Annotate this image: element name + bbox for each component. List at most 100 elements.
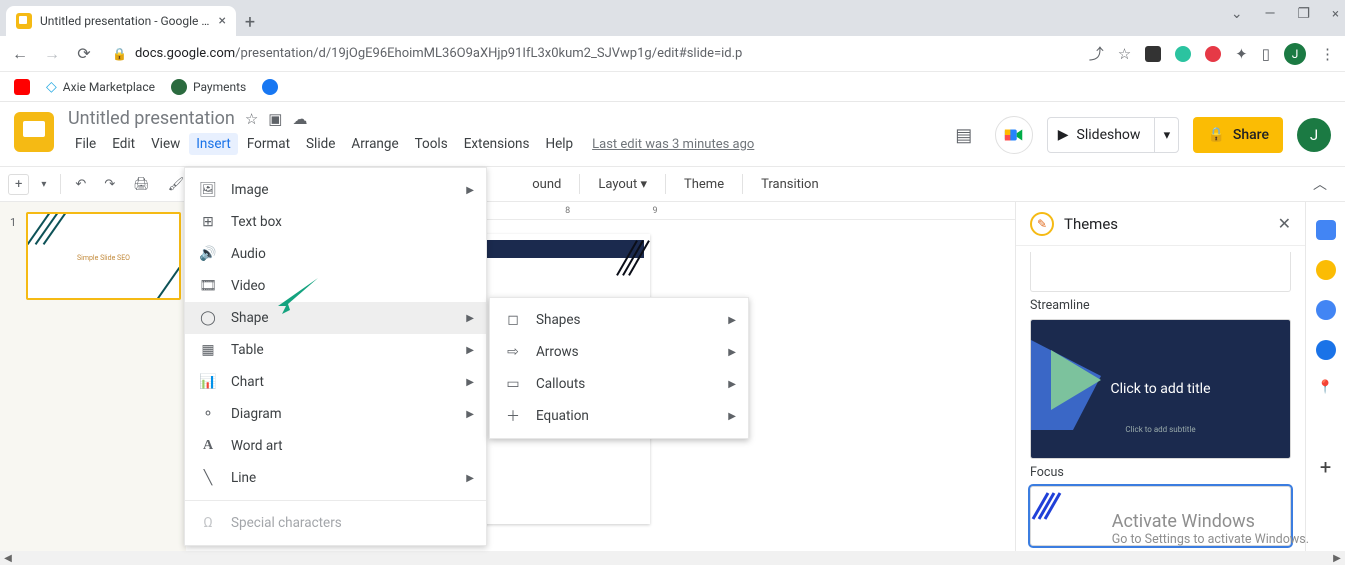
- shape-callouts[interactable]: ▭Callouts▶: [490, 368, 748, 400]
- themes-panel: ✎ Themes ✕ Streamline Click to add title…: [1015, 202, 1305, 565]
- url-field[interactable]: 🔒 docs.google.com/presentation/d/19jOgE9…: [106, 46, 1077, 61]
- extension-green-icon[interactable]: [1175, 46, 1191, 62]
- new-tab-button[interactable]: +: [236, 8, 264, 36]
- doc-title[interactable]: Untitled presentation: [68, 108, 235, 129]
- chrome-profile-avatar[interactable]: J: [1284, 43, 1306, 65]
- insert-video[interactable]: 🎞Video: [185, 270, 486, 302]
- undo-button[interactable]: ↶: [69, 173, 92, 196]
- keep-icon[interactable]: [1316, 260, 1336, 280]
- shape-equation[interactable]: ＋Equation▶: [490, 400, 748, 432]
- chart-icon: 📊: [199, 374, 217, 390]
- win-close-icon[interactable]: ×: [1332, 7, 1339, 22]
- forward-button[interactable]: →: [42, 44, 62, 64]
- table-icon: ▦: [199, 342, 217, 358]
- insert-chart[interactable]: 📊Chart▶: [185, 366, 486, 398]
- insert-diagram[interactable]: ⚬Diagram▶: [185, 398, 486, 430]
- shape-arrows[interactable]: ⇨Arrows▶: [490, 336, 748, 368]
- meet-button[interactable]: [995, 116, 1033, 154]
- cloud-status-icon[interactable]: ☁: [292, 110, 307, 128]
- insert-audio[interactable]: 🔊Audio: [185, 238, 486, 270]
- image-icon: 🖼: [199, 182, 217, 198]
- win-minimize-icon[interactable]: —: [1265, 6, 1276, 22]
- theme-card-focus[interactable]: [1030, 486, 1291, 546]
- shape-submenu: ◻Shapes▶ ⇨Arrows▶ ▭Callouts▶ ＋Equation▶: [489, 297, 749, 439]
- scroll-right-icon[interactable]: ▶: [1329, 553, 1345, 564]
- last-edit-link[interactable]: Last edit was 3 minutes ago: [592, 137, 754, 152]
- slides-logo-icon[interactable]: [14, 112, 54, 152]
- sidepanel-icon[interactable]: ▯: [1262, 45, 1270, 63]
- menu-help[interactable]: Help: [538, 133, 580, 155]
- insert-shape[interactable]: ◯Shape▶: [185, 302, 486, 334]
- menu-extensions[interactable]: Extensions: [457, 133, 537, 155]
- slideshow-button[interactable]: ▶Slideshow ▾: [1047, 117, 1180, 153]
- chrome-menu-icon[interactable]: ⋮: [1320, 45, 1335, 63]
- bookmark-axie[interactable]: ◇Axie Marketplace: [46, 79, 155, 95]
- slides-favicon-icon: [16, 13, 32, 29]
- menu-tools[interactable]: Tools: [408, 133, 455, 155]
- tasks-icon[interactable]: [1316, 300, 1336, 320]
- share-button[interactable]: 🔒 Share: [1193, 117, 1283, 153]
- scroll-left-icon[interactable]: ◀: [0, 553, 16, 564]
- redo-button[interactable]: ↷: [98, 173, 121, 196]
- insert-wordart[interactable]: AWord art: [185, 430, 486, 462]
- thumbnail-number: 1: [10, 216, 16, 229]
- calendar-icon[interactable]: [1316, 220, 1336, 240]
- slide-thumbnail[interactable]: Simple Slide SEO: [26, 212, 181, 300]
- extension-m-icon[interactable]: [1145, 46, 1161, 62]
- shapes-icon: ◻: [504, 312, 522, 328]
- background-button[interactable]: ound: [522, 173, 571, 196]
- star-page-icon[interactable]: ☆: [1118, 45, 1131, 63]
- bookmark-facebook[interactable]: [262, 79, 278, 95]
- new-slide-dropdown[interactable]: ▾: [35, 175, 52, 194]
- bookmarks-bar: ◇Axie Marketplace Payments: [0, 72, 1345, 102]
- theme-card-streamline[interactable]: Click to add title Click to add subtitle: [1030, 319, 1291, 459]
- tab-close-icon[interactable]: ×: [219, 13, 226, 29]
- contacts-icon[interactable]: [1316, 340, 1336, 360]
- extensions-puzzle-icon[interactable]: ✦: [1235, 45, 1248, 63]
- reload-button[interactable]: ⟳: [74, 44, 94, 63]
- maps-icon[interactable]: 📍: [1317, 380, 1333, 395]
- account-avatar[interactable]: J: [1297, 118, 1331, 152]
- slideshow-dropdown[interactable]: ▾: [1154, 118, 1178, 152]
- comments-icon[interactable]: ▤: [947, 118, 981, 152]
- new-slide-button[interactable]: +: [8, 174, 29, 195]
- back-button[interactable]: ←: [10, 44, 30, 64]
- insert-table[interactable]: ▦Table▶: [185, 334, 486, 366]
- youtube-icon: [14, 79, 30, 95]
- horizontal-scrollbar[interactable]: ◀ ▶: [0, 551, 1345, 565]
- menu-insert[interactable]: Insert: [189, 133, 238, 155]
- transition-button[interactable]: Transition: [751, 173, 829, 196]
- insert-image[interactable]: 🖼Image▶: [185, 174, 486, 206]
- share-page-icon[interactable]: ⤴: [1089, 43, 1104, 64]
- theme-card-partial[interactable]: [1030, 252, 1291, 292]
- shape-shapes[interactable]: ◻Shapes▶: [490, 304, 748, 336]
- payments-icon: [171, 79, 187, 95]
- menu-slide[interactable]: Slide: [299, 133, 342, 155]
- bookmark-payments[interactable]: Payments: [171, 79, 246, 95]
- axie-icon: ◇: [46, 79, 57, 95]
- themes-close-icon[interactable]: ✕: [1278, 214, 1291, 233]
- print-button[interactable]: 🖨: [127, 173, 156, 196]
- extension-red-icon[interactable]: [1205, 46, 1221, 62]
- star-doc-icon[interactable]: ☆: [245, 110, 258, 128]
- insert-textbox[interactable]: ⊞Text box: [185, 206, 486, 238]
- theme-button[interactable]: Theme: [674, 173, 734, 196]
- menu-arrange[interactable]: Arrange: [344, 133, 405, 155]
- menu-format[interactable]: Format: [240, 133, 297, 155]
- browser-tab[interactable]: Untitled presentation - Google Sl ×: [6, 6, 236, 36]
- submenu-arrow-icon: ▶: [466, 313, 474, 324]
- menu-view[interactable]: View: [144, 133, 187, 155]
- tab-title: Untitled presentation - Google Sl: [40, 14, 211, 28]
- menu-file[interactable]: File: [68, 133, 103, 155]
- move-doc-icon[interactable]: ▣: [268, 110, 282, 128]
- bookmark-youtube[interactable]: [14, 79, 30, 95]
- win-maximize-icon[interactable]: ❐: [1297, 6, 1310, 22]
- layout-button[interactable]: Layout ▾: [588, 173, 657, 196]
- insert-line[interactable]: ╲Line▶: [185, 462, 486, 494]
- textbox-icon: ⊞: [199, 214, 217, 230]
- diagram-icon: ⚬: [199, 406, 217, 422]
- win-chevron-icon[interactable]: ⌄: [1231, 6, 1243, 22]
- add-addon-icon[interactable]: +: [1320, 455, 1331, 479]
- menu-edit[interactable]: Edit: [105, 133, 142, 155]
- collapse-toolbar-icon[interactable]: ︿: [1313, 174, 1327, 194]
